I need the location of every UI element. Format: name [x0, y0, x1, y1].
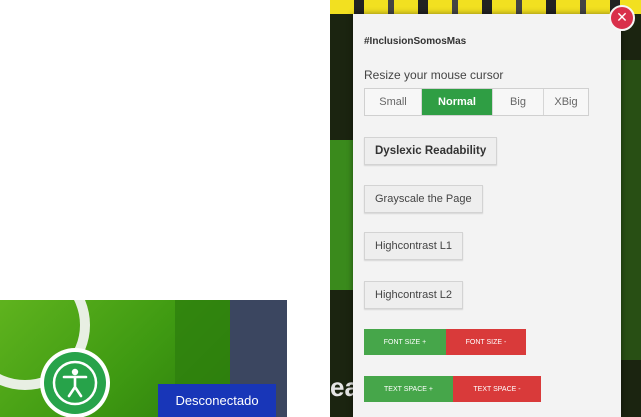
grayscale-button[interactable]: Grayscale the Page	[364, 185, 483, 213]
text-space-increase-button[interactable]: TEXT SPACE +	[364, 376, 453, 402]
text-space-decrease-button[interactable]: TEXT SPACE -	[453, 376, 541, 402]
resize-cursor-label: Resize your mouse cursor	[364, 68, 504, 82]
highcontrast-l2-button[interactable]: Highcontrast L2	[364, 281, 464, 309]
panel-hashtag: #InclusionSomosMas	[364, 36, 467, 47]
close-button[interactable]: ✕	[609, 5, 635, 31]
dyslexic-readability-button[interactable]: Dyslexic Readability	[364, 137, 498, 165]
close-x-icon: ✕	[616, 10, 628, 26]
status-badge: Desconectado	[158, 384, 276, 417]
cursor-size-selector: Small Normal Big XBig	[364, 88, 589, 116]
cursor-size-normal[interactable]: Normal	[422, 89, 493, 115]
cursor-size-xbig[interactable]: XBig	[544, 89, 588, 115]
backdrop-header-strip	[330, 0, 641, 14]
font-size-increase-button[interactable]: FONT SIZE +	[364, 329, 446, 355]
background-banner: Desconectado	[0, 300, 287, 417]
accessibility-person-icon	[52, 360, 98, 406]
text-space-controls: TEXT SPACE + TEXT SPACE -	[364, 376, 541, 402]
highcontrast-l1-button[interactable]: Highcontrast L1	[364, 232, 464, 260]
font-size-controls: FONT SIZE + FONT SIZE -	[364, 329, 526, 355]
font-size-decrease-button[interactable]: FONT SIZE -	[446, 329, 526, 355]
cursor-size-small[interactable]: Small	[365, 89, 422, 115]
accessibility-toggle-button[interactable]	[44, 352, 106, 414]
cursor-size-big[interactable]: Big	[493, 89, 544, 115]
